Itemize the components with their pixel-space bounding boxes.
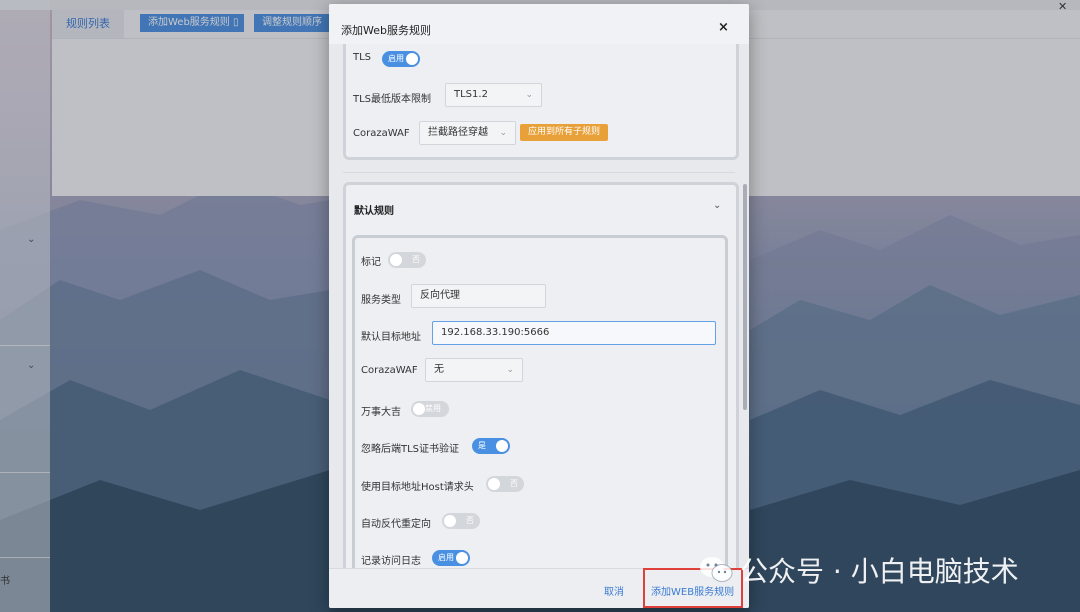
auto-redirect-toggle-text: 否 [466,516,474,525]
use-host-label: 使用目标地址Host请求头 [361,482,474,493]
chevron-down-icon: ⌄ [499,128,507,138]
toggle-knob [390,254,402,266]
wanshi-label: 万事大吉 [361,407,401,418]
wanshi-toggle-text: 禁用 [425,404,441,413]
tls-toggle[interactable]: 启用 [382,51,420,67]
access-log-toggle[interactable]: 启用 [432,550,470,566]
access-log-label: 记录访问日志 [361,556,421,567]
service-type-label: 服务类型 [361,295,401,306]
mark-label: 标记 [361,257,381,268]
use-host-toggle[interactable]: 否 [486,476,524,492]
modal-header: 添加Web服务规则 × [329,4,749,44]
default-target-label: 默认目标地址 [361,332,421,343]
toggle-knob [496,440,508,452]
use-host-toggle-text: 否 [510,479,518,488]
coraza-value: 无 [434,364,444,375]
default-rule-title: 默认规则 [354,206,394,217]
access-log-toggle-text: 启用 [438,553,454,562]
coraza-label: CorazaWAF [361,365,418,376]
chevron-down-icon: ⌄ [506,365,514,375]
toggle-knob [413,403,425,415]
coraza-select[interactable]: 无 ⌄ [425,358,523,382]
modal-title: 添加Web服务规则 [341,24,431,37]
add-web-rule-modal: 添加Web服务规则 × TLS 启用 TLS最低版本限制 TLS1.2 ⌄ Co… [329,4,749,608]
auto-redirect-label: 自动反代重定向 [361,519,431,530]
tls-min-select[interactable]: TLS1.2 ⌄ [445,83,542,107]
service-type-field[interactable]: 反向代理 [411,284,546,308]
chevron-down-icon: ⌄ [525,90,533,100]
toggle-knob [444,515,456,527]
wechat-icon [698,555,734,585]
apply-all-subrules-button[interactable]: 应用到所有子规则 [520,124,609,141]
modal-scrollbar[interactable] [743,184,747,410]
coraza-top-select[interactable]: 拦截路径穿越 ⌄ [419,121,516,145]
watermark-text: 公众号 · 小白电脑技术 [740,555,1019,588]
cancel-button[interactable]: 取消 [604,583,624,598]
watermark: 公众号 · 小白电脑技术 [698,550,1019,590]
ignore-tls-toggle[interactable]: 是 [472,438,510,454]
service-type-value: 反向代理 [420,290,460,301]
toggle-knob [488,478,500,490]
ignore-tls-label: 忽略后端TLS证书验证 [361,444,460,455]
tls-toggle-text: 启用 [388,54,404,63]
mark-toggle-text: 否 [412,255,420,264]
tls-label: TLS [353,52,372,63]
default-rule-card: 默认规则 ⌄ 标记 否 服务类型 反向代理 默认目标地址 192.168.33.… [343,182,739,568]
auto-redirect-toggle[interactable]: 否 [442,513,480,529]
close-icon[interactable]: × [718,20,729,35]
toggle-knob [456,552,468,564]
default-rule-inner-card: 标记 否 服务类型 反向代理 默认目标地址 192.168.33.190:566… [352,235,728,568]
chevron-down-icon[interactable]: ⌄ [713,200,721,211]
ignore-tls-toggle-text: 是 [478,441,486,450]
tls-min-label: TLS最低版本限制 [353,94,432,105]
wanshi-toggle[interactable]: 禁用 [411,401,449,417]
mark-toggle[interactable]: 否 [388,252,426,268]
default-target-input[interactable]: 192.168.33.190:5666 [432,321,716,345]
coraza-top-value: 拦截路径穿越 [428,127,488,138]
section-divider [343,172,735,173]
modal-body: TLS 启用 TLS最低版本限制 TLS1.2 ⌄ CorazaWAF 拦截路径… [329,44,749,568]
coraza-top-label: CorazaWAF [353,128,410,139]
tls-settings-card: TLS 启用 TLS最低版本限制 TLS1.2 ⌄ CorazaWAF 拦截路径… [343,44,739,160]
toggle-knob [406,53,418,65]
tls-min-value: TLS1.2 [454,89,488,100]
default-target-value: 192.168.33.190:5666 [441,327,550,338]
